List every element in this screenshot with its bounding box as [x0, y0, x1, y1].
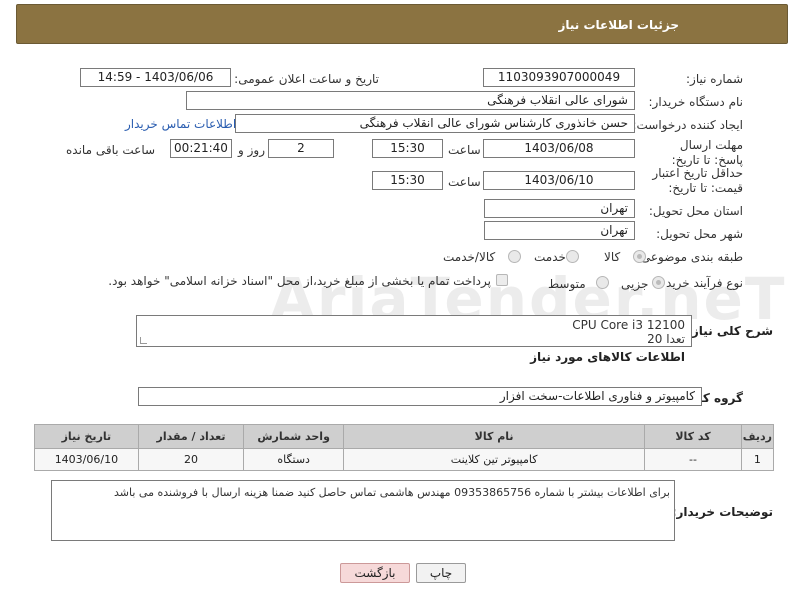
- reply-deadline-label: مهلت ارسال پاسخ: تا تاریخ:: [671, 138, 743, 167]
- need-number-label: شماره نیاز:: [686, 72, 743, 86]
- buyer-org-field: شورای عالی انقلاب فرهنگی: [186, 91, 635, 110]
- items-table: ردیف کد کالا نام کالا واحد شمارش تعداد /…: [34, 424, 775, 471]
- col-row-header: ردیف: [740, 424, 775, 449]
- cell-row: 1: [740, 448, 775, 471]
- buyer-notes-textarea: برای اطلاعات بیشتر با شماره 09353865756 …: [51, 480, 675, 541]
- category-goods-service-label: کالا/خدمت: [443, 250, 496, 264]
- days-label: روز و: [238, 143, 265, 157]
- col-unit-header: واحد شمارش: [243, 424, 344, 449]
- table-row: 1 -- کامپیوتر تین کلاینت دستگاه 20 1403/…: [34, 448, 775, 471]
- reply-time-label: ساعت: [448, 143, 481, 157]
- table-header-row: ردیف کد کالا نام کالا واحد شمارش تعداد /…: [34, 424, 775, 449]
- buyer-org-label: نام دستگاه خریدار:: [648, 95, 744, 109]
- page-title: جزئیات اطلاعات نیاز: [558, 18, 679, 32]
- resize-handle-icon[interactable]: [140, 337, 147, 344]
- summary-textarea: CPU Core i3 12100 تعدا 20: [136, 315, 692, 347]
- summary-label: شرح کلی نیاز:: [687, 324, 773, 338]
- cell-date: 1403/06/10: [34, 448, 139, 471]
- print-button[interactable]: چاپ: [416, 563, 466, 583]
- buyer-notes-label: توضیحات خریدار:: [671, 505, 773, 519]
- reply-date-field: 1403/06/08: [483, 139, 635, 158]
- category-service-label: خدمت: [534, 250, 566, 264]
- cell-qty: 20: [137, 448, 245, 471]
- purchase-medium-radio[interactable]: [596, 276, 609, 289]
- category-label: طبقه بندی موضوعی:: [636, 250, 743, 264]
- cell-unit: دستگاه: [243, 448, 344, 471]
- cell-name: کامپیوتر تین کلاینت: [342, 448, 646, 471]
- col-date-header: تاریخ نیاز: [34, 424, 139, 449]
- cell-code: --: [644, 448, 742, 471]
- validity-time-field: 15:30: [372, 171, 443, 190]
- buyer-contact-link[interactable]: اطلاعات تماس خریدار: [125, 117, 236, 131]
- purchase-minor-radio[interactable]: [652, 276, 665, 289]
- province-field: تهران: [484, 199, 635, 218]
- validity-time-label: ساعت: [448, 175, 481, 189]
- category-goods-service-radio[interactable]: [508, 250, 521, 263]
- city-field: تهران: [484, 221, 635, 240]
- province-label: استان محل تحویل:: [648, 204, 743, 218]
- days-field: 2: [268, 139, 334, 158]
- remaining-time-field: 00:21:40: [170, 139, 232, 158]
- city-label: شهر محل تحویل:: [656, 227, 743, 241]
- reply-time-field: 15:30: [372, 139, 443, 158]
- validity-date-field: 1403/06/10: [483, 171, 635, 190]
- category-goods-radio[interactable]: [633, 250, 646, 263]
- treasury-payment-note: پرداخت تمام یا بخشی از مبلغ خرید،از محل …: [108, 274, 491, 288]
- announce-date-field: 1403/06/06 - 14:59: [80, 68, 231, 87]
- treasury-payment-checkbox[interactable]: [496, 274, 508, 286]
- back-button[interactable]: بازگشت: [340, 563, 410, 583]
- summary-line-1: CPU Core i3 12100: [572, 318, 685, 332]
- summary-line-2: تعدا 20: [647, 332, 685, 346]
- col-qty-header: تعداد / مقدار: [137, 424, 245, 449]
- announce-date-label: تاریخ و ساعت اعلان عمومی:: [234, 72, 379, 86]
- requester-label: ایجاد کننده درخواست:: [632, 118, 743, 132]
- col-name-header: نام کالا: [342, 424, 646, 449]
- goods-info-title: اطلاعات کالاهای مورد نیاز: [530, 350, 685, 364]
- page-header: جزئیات اطلاعات نیاز: [16, 4, 788, 44]
- category-service-radio[interactable]: [566, 250, 579, 263]
- goods-group-field: کامپیوتر و فناوری اطلاعات-سخت افزار: [138, 387, 702, 406]
- need-number-field: 1103093907000049: [483, 68, 635, 87]
- col-code-header: کد کالا: [644, 424, 742, 449]
- purchase-minor-label: جزیی: [621, 277, 649, 291]
- category-goods-label: کالا: [604, 250, 621, 264]
- remaining-time-label: ساعت باقی مانده: [66, 143, 156, 157]
- purchase-medium-label: متوسط: [548, 277, 586, 291]
- price-validity-label: حداقل تاریخ اعتبار قیمت: تا تاریخ:: [652, 166, 743, 195]
- purchase-type-label: نوع فرآیند خرید :: [658, 276, 743, 290]
- requester-field: حسن خانذوری کارشناس شورای عالی انقلاب فر…: [235, 114, 635, 133]
- buyer-notes-text: برای اطلاعات بیشتر با شماره 09353865756 …: [114, 486, 670, 499]
